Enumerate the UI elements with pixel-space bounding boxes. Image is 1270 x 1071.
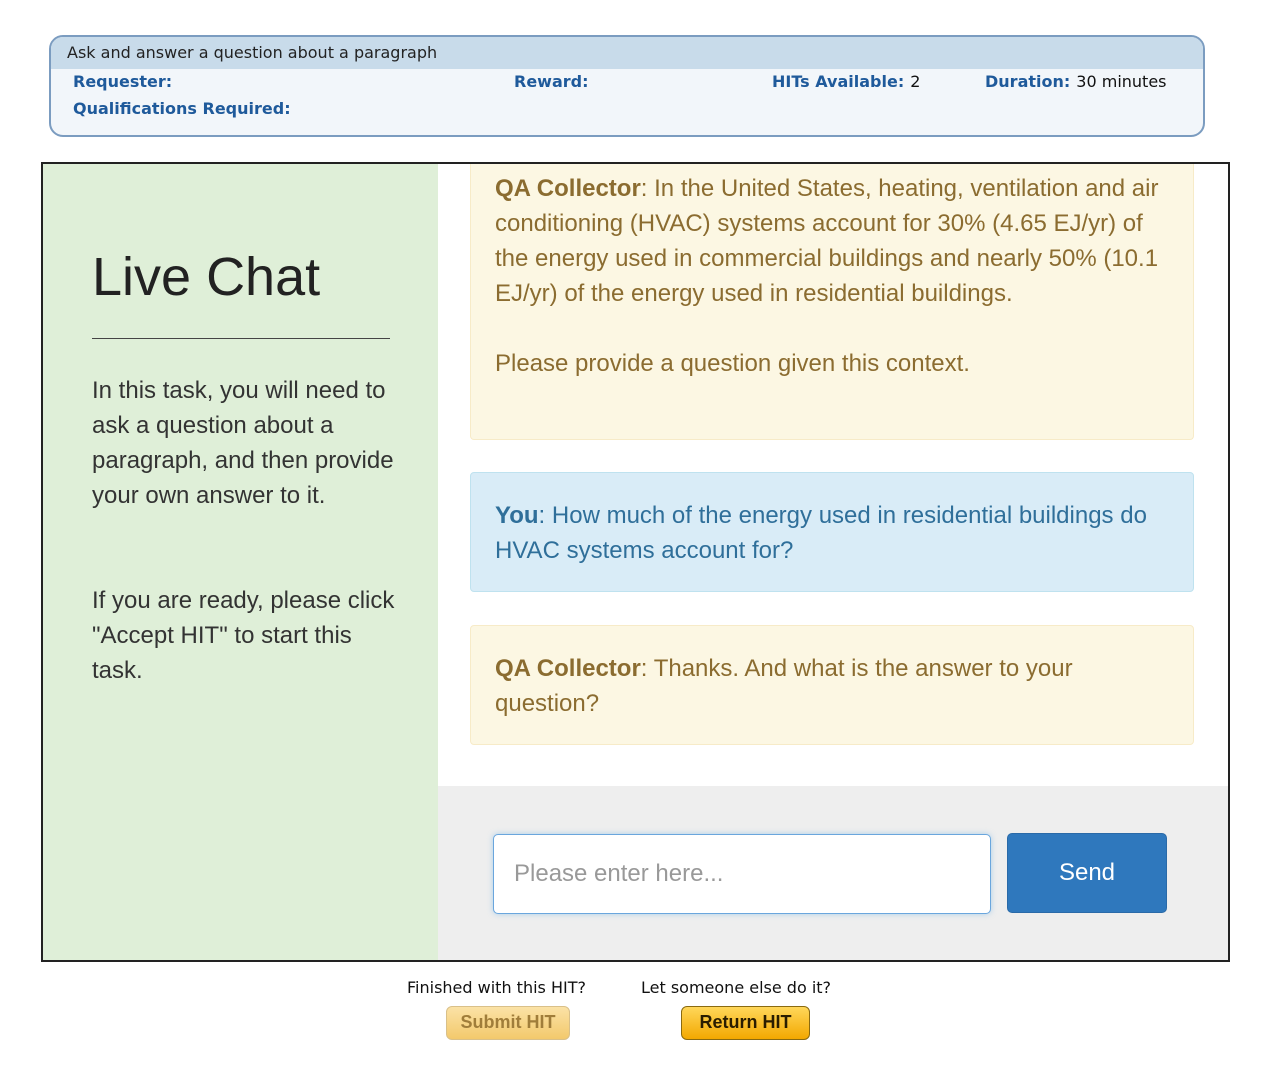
requester-field: Requester: (73, 72, 178, 91)
hits-available-field: HITs Available: 2 (772, 72, 920, 91)
page-title: Live Chat (92, 247, 321, 307)
chat-input[interactable] (493, 834, 991, 914)
message-text: How much of the energy used in residenti… (495, 502, 1147, 564)
chat-message: You: How much of the energy used in resi… (470, 472, 1194, 592)
return-prompt: Let someone else do it? (641, 978, 832, 997)
duration-field: Duration: 30 minutes (985, 72, 1167, 91)
hit-title: Ask and answer a question about a paragr… (51, 37, 1203, 69)
requester-label: Requester: (73, 72, 173, 91)
qualifications-label: Qualifications Required: (73, 99, 291, 118)
submit-hit-button[interactable]: Submit HIT (446, 1006, 570, 1040)
hits-available-value: 2 (910, 72, 921, 91)
chat-message: QA Collector: In the United States, heat… (470, 164, 1194, 440)
message-speaker: You (495, 502, 539, 529)
return-hit-button[interactable]: Return HIT (681, 1006, 810, 1040)
reward-label: Reward: (514, 72, 589, 91)
send-button[interactable]: Send (1007, 833, 1167, 913)
message-list: QA Collector: In the United States, heat… (438, 164, 1228, 786)
duration-value: 30 minutes (1076, 72, 1167, 91)
chat-frame: Live Chat In this task, you will need to… (41, 162, 1230, 962)
duration-label: Duration: (985, 72, 1071, 91)
message-followup: Please provide a question given this con… (495, 350, 970, 377)
message-speaker: QA Collector (495, 655, 641, 682)
finished-prompt: Finished with this HIT? (407, 978, 586, 997)
message-speaker: QA Collector (495, 175, 641, 202)
title-divider (92, 338, 390, 339)
qualifications-field: Qualifications Required: (73, 99, 291, 118)
chat-message: QA Collector: Thanks. And what is the an… (470, 625, 1194, 745)
task-instructions: In this task, you will need to ask a que… (92, 377, 394, 509)
ready-instructions: If you are ready, please click "Accept H… (92, 587, 395, 684)
instructions-sidebar: Live Chat In this task, you will need to… (43, 164, 438, 960)
reward-field: Reward: (514, 72, 595, 91)
hits-available-label: HITs Available: (772, 72, 905, 91)
chat-input-area: Send (438, 786, 1228, 960)
hit-info-panel: Ask and answer a question about a paragr… (49, 35, 1205, 137)
